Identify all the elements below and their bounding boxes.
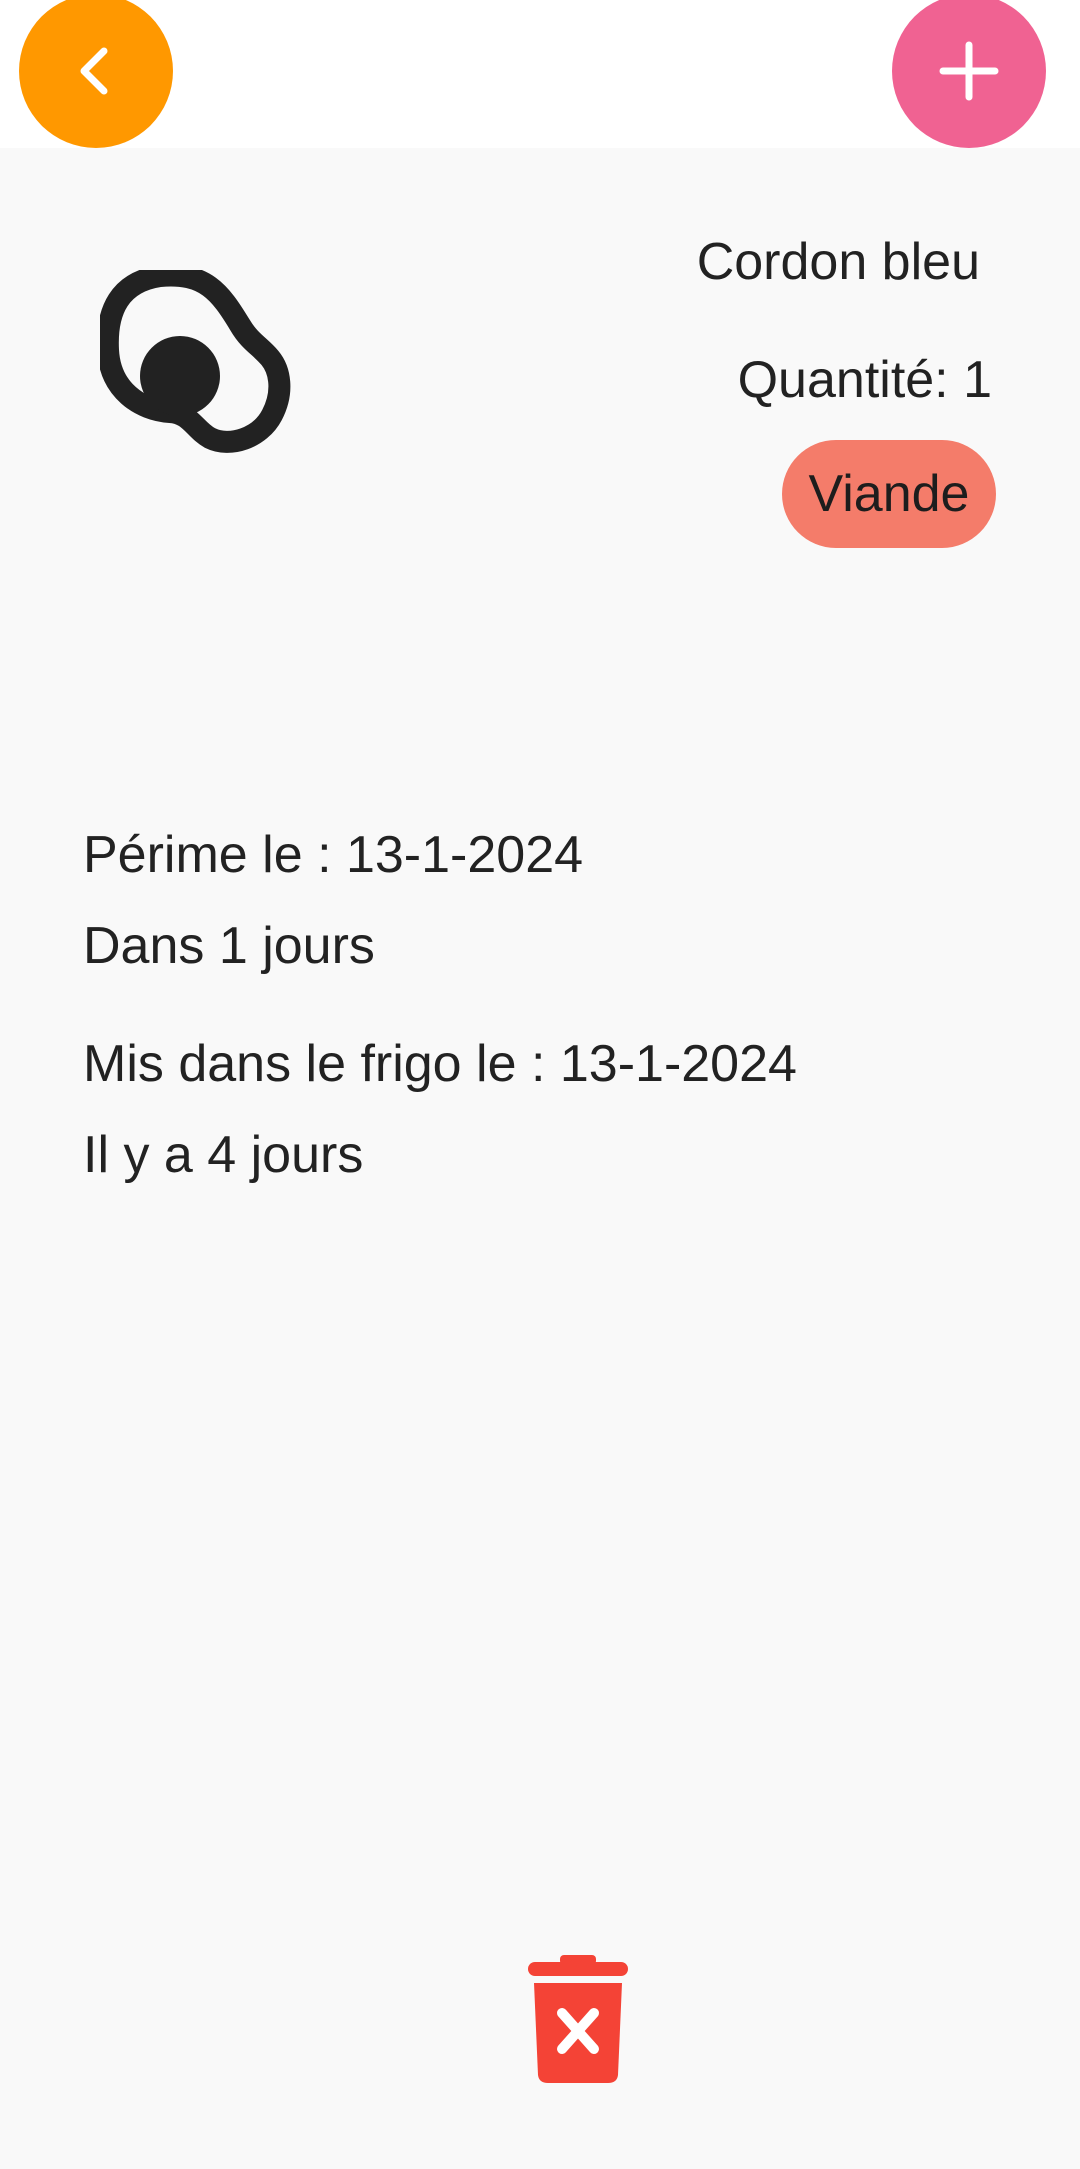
expiration-relative: Dans 1 jours [83,917,375,975]
add-button[interactable] [892,0,1046,148]
product-name: Cordon bleu [696,233,980,291]
added-relative: Il y a 4 jours [83,1126,364,1184]
product-quantity: Quantité: 1 [737,351,992,409]
plus-icon [939,41,999,101]
added-date: Mis dans le frigo le : 13-1-2024 [83,1035,797,1093]
expiration-date: Périme le : 13-1-2024 [83,826,584,884]
trash-delete-icon [528,1955,628,2083]
delete-button[interactable] [528,1955,628,2085]
category-badge: Viande [782,440,996,548]
fried-egg-icon [100,270,291,453]
chevron-left-icon [80,47,108,95]
back-button[interactable] [19,0,173,148]
